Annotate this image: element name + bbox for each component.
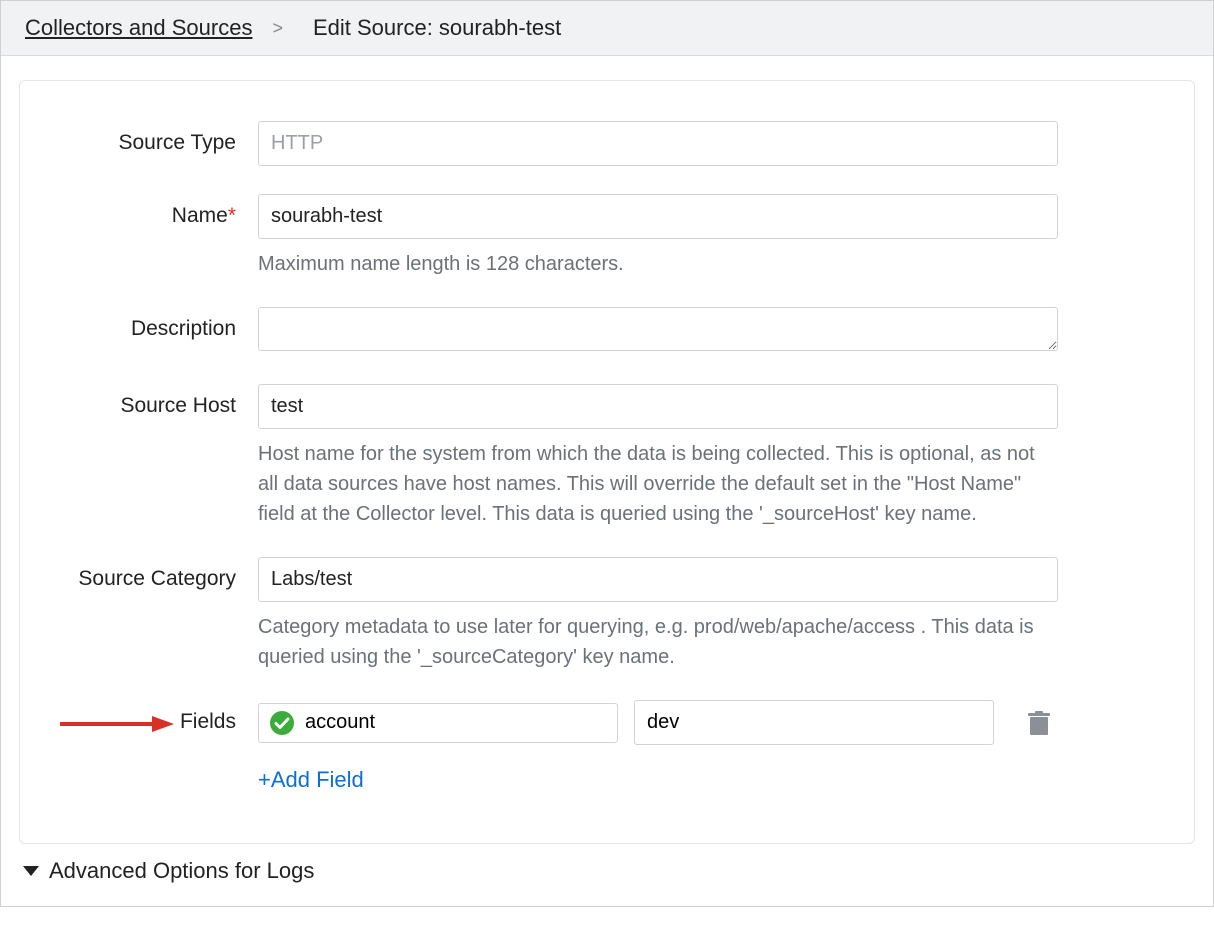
annotation-arrow-icon <box>60 714 174 734</box>
description-label: Description <box>68 307 258 341</box>
source-type-input <box>258 121 1058 166</box>
field-key-wrapper <box>258 703 618 743</box>
field-key-input[interactable] <box>305 711 607 734</box>
add-field-button[interactable]: +Add Field <box>258 767 364 793</box>
edit-source-form: Source Type Name* Maximum name length is… <box>19 80 1195 844</box>
advanced-options-toggle[interactable]: Advanced Options for Logs <box>19 844 1195 896</box>
source-category-help-text: Category metadata to use later for query… <box>258 612 1058 672</box>
source-category-label: Source Category <box>68 557 258 591</box>
source-host-label: Source Host <box>68 384 258 418</box>
check-circle-icon <box>269 710 295 736</box>
caret-down-icon <box>23 866 39 876</box>
trash-icon[interactable] <box>1028 711 1050 735</box>
advanced-options-label: Advanced Options for Logs <box>49 858 314 884</box>
name-label: Name* <box>68 194 258 228</box>
breadcrumb-current: Edit Source: sourabh-test <box>313 15 561 41</box>
name-input[interactable] <box>258 194 1058 239</box>
field-row <box>258 700 1058 745</box>
name-help-text: Maximum name length is 128 characters. <box>258 249 1058 279</box>
breadcrumb-root-link[interactable]: Collectors and Sources <box>25 15 252 41</box>
breadcrumb: Collectors and Sources > Edit Source: so… <box>1 1 1213 56</box>
source-type-label: Source Type <box>68 121 258 155</box>
source-host-help-text: Host name for the system from which the … <box>258 439 1058 529</box>
source-category-input[interactable] <box>258 557 1058 602</box>
description-input[interactable] <box>258 307 1058 351</box>
breadcrumb-separator: > <box>272 18 283 39</box>
source-host-input[interactable] <box>258 384 1058 429</box>
field-value-input[interactable] <box>634 700 994 745</box>
